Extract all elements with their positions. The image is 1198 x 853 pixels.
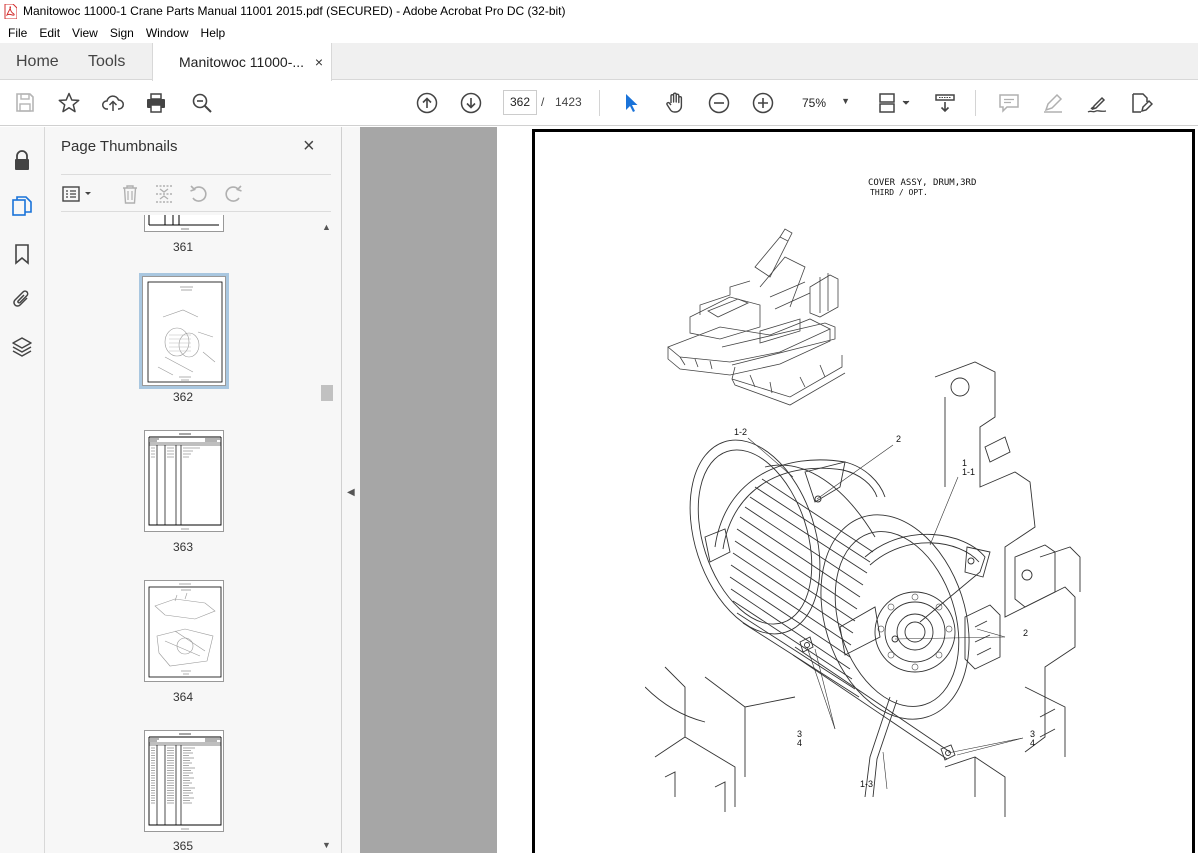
scrollbar-thumb[interactable] [321, 385, 333, 401]
window-title: Manitowoc 11000-1 Crane Parts Manual 110… [23, 4, 566, 18]
panel-close-icon[interactable]: × [303, 135, 315, 158]
star-bookmark-icon[interactable] [57, 91, 81, 115]
tab-document[interactable]: Manitowoc 11000-... × [152, 43, 332, 81]
scroll-down-icon[interactable]: ▼ [322, 840, 331, 850]
scroll-up-icon[interactable]: ▲ [322, 222, 331, 232]
menu-file[interactable]: File [2, 24, 33, 42]
insert-page-icon[interactable] [153, 183, 175, 205]
previous-page-icon[interactable] [415, 91, 439, 115]
callout-label: 1-3 [860, 779, 874, 789]
save-icon[interactable] [13, 91, 37, 115]
chevron-down-icon: ▼ [841, 96, 850, 106]
rotate-left-icon[interactable] [188, 183, 210, 205]
thumbnail-label: 361 [172, 240, 194, 254]
menu-sign[interactable]: Sign [104, 24, 140, 42]
title-bar: Manitowoc 11000-1 Crane Parts Manual 110… [0, 0, 1198, 22]
callout-label: 2 [1023, 628, 1029, 638]
menu-bar: File Edit View Sign Window Help [0, 22, 1198, 43]
thumbnail-preview [148, 733, 222, 830]
menu-view[interactable]: View [66, 24, 104, 42]
page-thumbnail[interactable] [144, 580, 224, 682]
attachment-icon[interactable] [11, 288, 33, 310]
thumbnail-preview [148, 215, 219, 230]
callout-label: 1-1 [962, 467, 976, 477]
pdf-page[interactable]: COVER ASSY, DRUM,3RD THIRD / OPT. 1-2 2 … [532, 129, 1195, 853]
drum-cover-assembly-drawing [645, 361, 1081, 817]
thumbnail-preview [148, 583, 222, 678]
lock-icon[interactable] [11, 149, 33, 171]
thumbnail-label: 365 [172, 839, 194, 853]
menu-edit[interactable]: Edit [33, 24, 66, 42]
thumbnail-panel: Page Thumbnails × 361 362 363 364 365 ▲ … [45, 127, 342, 853]
page-thumbnail[interactable] [144, 430, 224, 532]
page-thumbnails-icon[interactable] [11, 195, 33, 217]
highlight-pen-icon[interactable] [1041, 91, 1065, 115]
callout-label: 4 [1030, 738, 1036, 748]
tab-bar: Home Tools Manitowoc 11000-... × [0, 43, 1198, 81]
acrobat-logo-icon [4, 3, 17, 19]
print-icon[interactable] [144, 91, 168, 115]
thumbnail-preview [148, 433, 222, 530]
page-separator: / [541, 95, 545, 109]
select-cursor-icon[interactable] [619, 91, 643, 115]
callout-label: 4 [797, 738, 803, 748]
collapse-panel-icon[interactable]: ◀ [347, 487, 355, 498]
callout-label: 2 [896, 434, 902, 444]
page-thumbnail[interactable] [144, 215, 224, 232]
scroll-mode-icon[interactable] [933, 91, 957, 115]
page-number-input[interactable]: 362 [503, 90, 537, 115]
fit-page-icon[interactable] [876, 91, 912, 115]
zoom-in-icon[interactable] [751, 91, 775, 115]
thumbnail-label: 362 [172, 390, 194, 404]
edit-pdf-icon[interactable] [1129, 91, 1153, 115]
tab-document-label: Manitowoc 11000-... [179, 54, 305, 70]
toolbar-divider [599, 90, 600, 116]
menu-help[interactable]: Help [195, 24, 232, 42]
next-page-icon[interactable] [459, 91, 483, 115]
zoom-select[interactable]: 75% ▼ [792, 90, 856, 115]
panel-splitter[interactable]: ◀ [342, 127, 360, 853]
tab-tools[interactable]: Tools [88, 43, 125, 80]
thumbnail-label: 364 [172, 690, 194, 704]
thumbnail-scrollbar[interactable]: ▲ ▼ [320, 222, 334, 853]
drawing-title: COVER ASSY, DRUM,3RD [868, 178, 977, 188]
fill-sign-icon[interactable] [1085, 91, 1109, 115]
rotate-right-icon[interactable] [222, 183, 244, 205]
bookmark-icon[interactable] [11, 243, 33, 265]
upload-cloud-icon[interactable] [101, 91, 125, 115]
navigation-rail [0, 127, 45, 853]
thumbnail-preview [147, 281, 223, 383]
tab-close-icon[interactable]: × [315, 54, 323, 70]
page-thumbnail[interactable] [144, 730, 224, 832]
zoom-value: 75% [802, 95, 827, 110]
options-menu-icon[interactable] [61, 183, 95, 205]
page-total: 1423 [555, 95, 582, 109]
zoom-out-icon[interactable] [707, 91, 731, 115]
delete-page-icon[interactable] [119, 183, 141, 205]
comment-icon[interactable] [997, 91, 1021, 115]
panel-title: Page Thumbnails [61, 138, 178, 155]
drawing-subtitle: THIRD / OPT. [870, 188, 928, 197]
callout-label: 1-2 [734, 427, 748, 437]
menu-window[interactable]: Window [140, 24, 195, 42]
zoom-search-icon[interactable] [190, 91, 214, 115]
layers-icon[interactable] [11, 336, 33, 358]
toolbar-divider [975, 90, 976, 116]
hand-tool-icon[interactable] [663, 91, 687, 115]
page-thumbnail-selected[interactable] [139, 273, 229, 389]
thumbnail-toolbar [61, 174, 331, 212]
thumbnail-label: 363 [172, 540, 194, 554]
tab-home[interactable]: Home [16, 43, 59, 80]
